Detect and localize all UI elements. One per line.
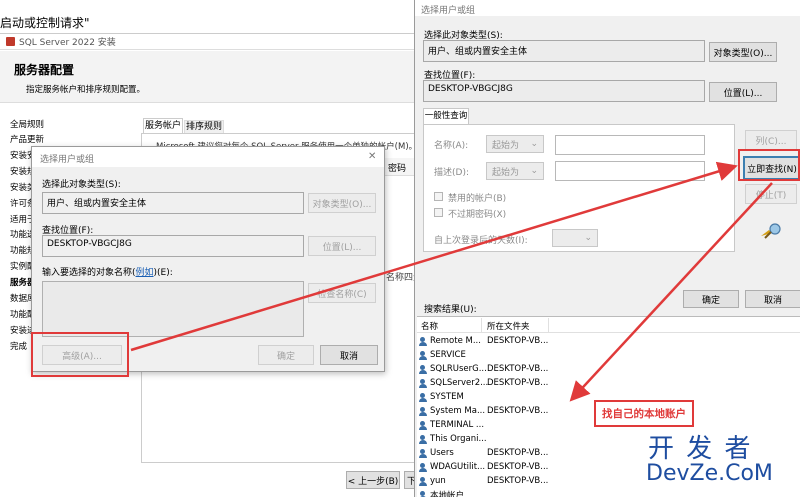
watermark-line2: DevZe.CoM xyxy=(646,461,773,486)
annotation-callout: 找自己的本地账户 xyxy=(594,400,694,427)
watermark-line1: 开 发 者 xyxy=(648,434,753,464)
arrow-to-results xyxy=(569,182,773,402)
